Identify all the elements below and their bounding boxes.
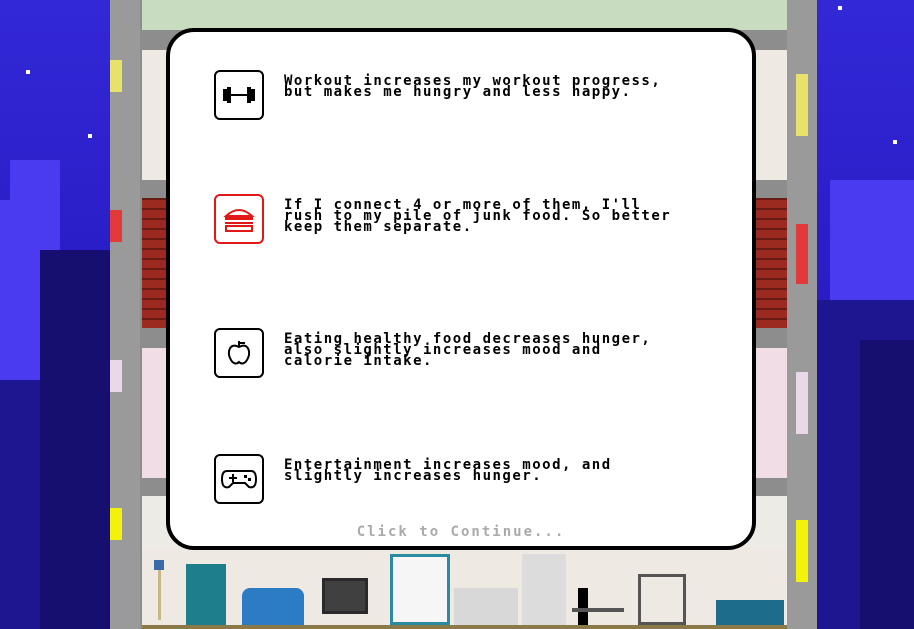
skyline-building: [40, 250, 110, 629]
bookshelf: [390, 554, 450, 625]
star: [838, 6, 842, 10]
tip-text: Entertainment increases mood, and slight…: [284, 457, 612, 484]
tip-text: Workout increases my workout progress, b…: [284, 73, 662, 100]
window-light: [110, 360, 122, 392]
barbell: [572, 608, 624, 612]
stove: [454, 588, 518, 625]
weight-rack: [638, 574, 686, 625]
armchair: [242, 588, 304, 625]
window-light: [796, 372, 808, 434]
star: [893, 140, 897, 144]
gym-living-room: [142, 548, 787, 629]
computer-desk: [322, 578, 368, 614]
star: [88, 134, 92, 138]
tutorial-dialog[interactable]: Workout increases my workout progress, b…: [166, 28, 756, 550]
burger-icon: [214, 194, 264, 244]
floor-line: [142, 625, 787, 629]
sofa: [716, 600, 784, 625]
door: [186, 564, 226, 625]
apple-icon: [214, 328, 264, 378]
dumbbell-icon: [214, 70, 264, 120]
floor-lamp: [154, 560, 164, 570]
skyline-building: [860, 340, 914, 629]
window-light: [110, 60, 122, 92]
star: [26, 70, 30, 74]
window-light: [796, 224, 808, 284]
window-light: [110, 210, 122, 242]
continue-prompt[interactable]: Click to Continue...: [170, 524, 752, 540]
floor-top: [142, 0, 787, 30]
window-light: [796, 520, 808, 582]
fridge: [522, 554, 566, 625]
player-character[interactable]: [578, 588, 588, 625]
window-light: [110, 508, 122, 540]
tip-text: If I connect 4 or more of them, I'll rus…: [284, 197, 672, 235]
tip-text: Eating healthy food decreases hunger, al…: [284, 331, 652, 369]
gamepad-icon: [214, 454, 264, 504]
window-light: [796, 74, 808, 136]
floor-lamp-pole: [158, 570, 161, 620]
